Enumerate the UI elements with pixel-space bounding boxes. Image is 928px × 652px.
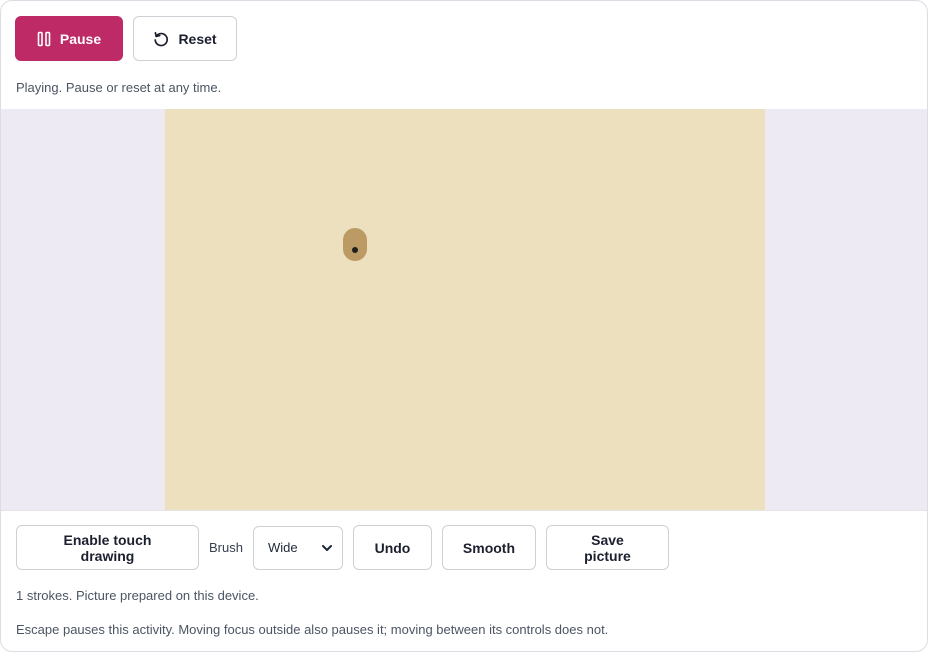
cursor-dot: [352, 247, 358, 253]
drawing-canvas[interactable]: [165, 109, 765, 510]
undo-button[interactable]: Undo: [352, 525, 432, 570]
brush-select[interactable]: Wide: [252, 525, 343, 570]
pause-button[interactable]: Pause: [15, 16, 123, 61]
chevron-down-icon: [321, 540, 332, 555]
drawing-stage: [1, 109, 927, 511]
smooth-button[interactable]: Smooth: [441, 525, 536, 570]
drawing-toolbar: Enable touch drawing Brush Wide Undo Smo…: [16, 525, 669, 570]
status-text: Playing. Pause or reset at any time.: [16, 80, 222, 95]
playback-controls: Pause Reset: [15, 16, 237, 61]
brush-stroke: [343, 228, 367, 261]
pause-label: Pause: [59, 30, 102, 47]
enable-touch-drawing-button[interactable]: Enable touch drawing: [16, 525, 199, 570]
keyboard-hint: Escape pauses this activity. Moving focu…: [16, 622, 609, 637]
reset-button[interactable]: Reset: [133, 16, 237, 61]
reset-label: Reset: [178, 30, 217, 47]
reset-icon: [153, 31, 169, 47]
save-picture-button[interactable]: Save picture: [545, 525, 669, 570]
activity-panel: Pause Reset Playing. Pause or reset at a…: [0, 0, 928, 652]
pause-icon: [37, 31, 51, 47]
brush-label: Brush: [209, 540, 243, 555]
brush-select-value: Wide: [267, 540, 298, 555]
stroke-info: 1 strokes. Picture prepared on this devi…: [16, 588, 259, 603]
